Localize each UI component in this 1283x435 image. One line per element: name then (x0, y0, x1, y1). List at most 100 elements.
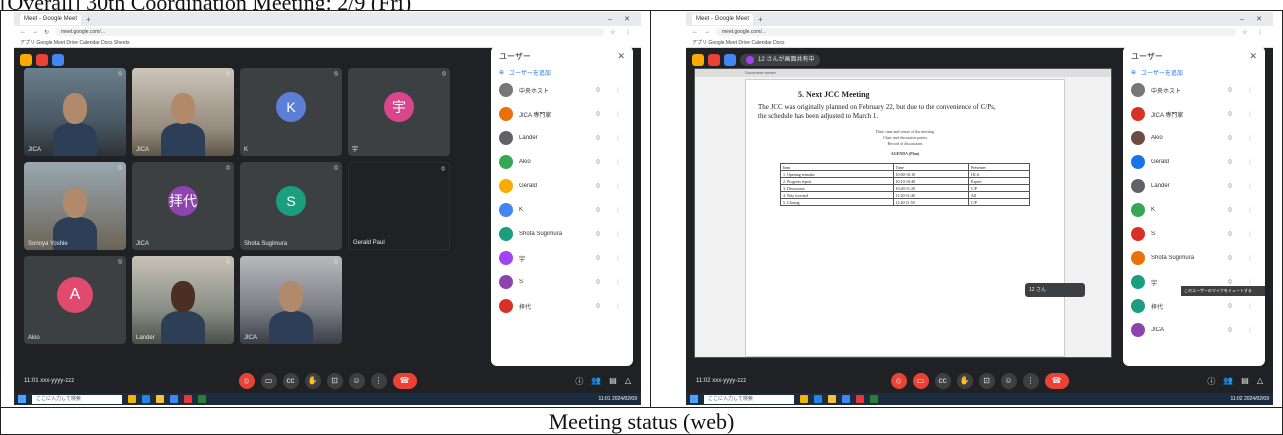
browser-tab[interactable]: Meet - Google Meet (692, 13, 754, 25)
more-options-icon[interactable]: ⋮ (611, 159, 625, 166)
more-options-icon[interactable]: ⋮ (611, 87, 625, 94)
raise-hand-button[interactable]: ✋ (304, 373, 321, 389)
more-options-icon[interactable]: ⋮ (1243, 135, 1257, 142)
new-tab-button[interactable]: + (86, 15, 91, 24)
more-options-button[interactable]: ⋮ (1022, 373, 1039, 389)
camera-off-button[interactable]: ▭ (912, 373, 929, 389)
mic-muted-icon[interactable]: ⦸ (591, 111, 605, 118)
forward-icon[interactable]: → (704, 29, 710, 35)
back-icon[interactable]: ← (692, 29, 698, 35)
participant-tile[interactable]: ⦸ Lander (132, 256, 234, 344)
reload-icon[interactable]: ↻ (44, 29, 49, 36)
participant-row[interactable]: JICA 専門家 ⦸ ⋮ (1123, 102, 1265, 126)
participant-row[interactable]: Lander ⦸ ⋮ (1123, 174, 1265, 198)
mic-muted-icon[interactable]: ⦸ (591, 303, 605, 310)
red-app-icon[interactable] (708, 54, 720, 66)
self-view-pip[interactable]: 12 さん (1025, 283, 1085, 297)
participant-row[interactable]: 中央ホスト ⦸ ⋮ (491, 78, 633, 102)
taskbar-app-icon[interactable] (156, 395, 164, 403)
participant-tile[interactable]: S ⦸ Shota Sugimura (240, 162, 342, 250)
more-options-icon[interactable]: ⋮ (1243, 279, 1257, 286)
red-app-icon[interactable] (36, 54, 48, 66)
blue-app-icon[interactable] (52, 54, 64, 66)
more-options-icon[interactable]: ⋮ (611, 183, 625, 190)
mic-muted-icon[interactable]: ⦸ (1223, 183, 1237, 190)
more-options-icon[interactable]: ⋮ (1243, 159, 1257, 166)
start-icon[interactable] (18, 395, 26, 403)
window-controls[interactable]: – ✕ (608, 15, 635, 23)
add-people-button[interactable]: ⊕ ユーザーを追加 (491, 66, 633, 78)
presenter-chip[interactable]: 12 さんが画面共有中 (740, 54, 821, 66)
mic-off-button[interactable]: ⦸ (238, 373, 255, 389)
url-input[interactable]: meet.google.com/... (716, 28, 1236, 36)
people-icon[interactable]: 👥 (591, 376, 601, 387)
taskbar-app-icon[interactable] (184, 395, 192, 403)
mic-muted-icon[interactable]: ⦸ (1223, 231, 1237, 238)
raise-hand-button[interactable]: ✋ (956, 373, 973, 389)
more-options-icon[interactable]: ⋮ (611, 135, 625, 142)
chat-icon[interactable]: ▤ (1241, 376, 1249, 387)
participant-row[interactable]: 拝代 ⦸ ⋮ (491, 294, 633, 318)
participant-row[interactable]: Akio ⦸ ⋮ (491, 150, 633, 174)
more-options-icon[interactable]: ⋮ (1243, 327, 1257, 334)
add-people-button[interactable]: ⊕ ユーザーを追加 (1123, 66, 1265, 78)
mic-muted-icon[interactable]: ⦸ (1223, 111, 1237, 118)
participant-row[interactable]: S ⦸ ⋮ (491, 270, 633, 294)
more-options-icon[interactable]: ⋮ (611, 279, 625, 286)
participant-row[interactable]: Akio ⦸ ⋮ (1123, 126, 1265, 150)
people-icon[interactable]: 👥 (1223, 376, 1233, 387)
info-icon[interactable]: ⓘ (575, 376, 583, 387)
mic-muted-icon[interactable]: ⦸ (1223, 207, 1237, 214)
participant-tile[interactable]: ⦸ JICA (132, 68, 234, 156)
close-icon[interactable]: ✕ (1249, 51, 1257, 62)
more-options-icon[interactable]: ⋮ (611, 111, 625, 118)
more-options-icon[interactable]: ⋮ (1243, 255, 1257, 262)
taskbar-app-icon[interactable] (142, 395, 150, 403)
browser-tab[interactable]: Meet - Google Meet (20, 13, 82, 25)
participant-row[interactable]: 宇 ⦸ ⋮ (491, 246, 633, 270)
participant-row[interactable]: Gerald ⦸ ⋮ (491, 174, 633, 198)
taskbar-search[interactable]: ここに入力して検索 (704, 394, 794, 404)
captions-button[interactable]: cc (934, 373, 951, 389)
yellow-app-icon[interactable] (692, 54, 704, 66)
taskbar-search[interactable]: ここに入力して検索 (32, 394, 122, 404)
mic-off-button[interactable]: ⦸ (890, 373, 907, 389)
more-options-icon[interactable]: ⋮ (611, 207, 625, 214)
more-options-icon[interactable]: ⋮ (1243, 111, 1257, 118)
more-options-icon[interactable]: ⋮ (611, 303, 625, 310)
taskbar-app-icon[interactable] (814, 395, 822, 403)
participant-row[interactable]: K ⦸ ⋮ (1123, 198, 1265, 222)
new-tab-button[interactable]: + (758, 15, 763, 24)
close-icon[interactable]: ✕ (617, 51, 625, 62)
mic-muted-icon[interactable]: ⦸ (1223, 159, 1237, 166)
taskbar-app-icon[interactable] (842, 395, 850, 403)
participant-row[interactable]: S ⦸ ⋮ (1123, 222, 1265, 246)
more-options-icon[interactable]: ⋮ (1243, 231, 1257, 238)
more-options-icon[interactable]: ⋮ (1243, 207, 1257, 214)
blue-app-icon[interactable] (724, 54, 736, 66)
participant-row[interactable]: 拝代 ⦸ ⋮ (1123, 294, 1265, 318)
participant-tile[interactable]: ⦸ JICA (240, 256, 342, 344)
more-options-icon[interactable]: ⋮ (1243, 303, 1257, 310)
present-button[interactable]: ⊡ (326, 373, 343, 389)
taskbar-app-icon[interactable] (828, 395, 836, 403)
participant-row[interactable]: 中央ホスト ⦸ ⋮ (1123, 78, 1265, 102)
mic-muted-icon[interactable]: ⦸ (1223, 135, 1237, 142)
more-options-button[interactable]: ⋮ (370, 373, 387, 389)
emoji-button[interactable]: ☺ (1000, 373, 1017, 389)
mic-muted-icon[interactable]: ⦸ (1223, 279, 1237, 286)
mic-muted-icon[interactable]: ⦸ (591, 87, 605, 94)
chat-icon[interactable]: ▤ (609, 376, 617, 387)
mic-muted-icon[interactable]: ⦸ (591, 231, 605, 238)
activities-icon[interactable]: △ (1257, 376, 1263, 387)
present-button[interactable]: ⊡ (978, 373, 995, 389)
mic-muted-icon[interactable]: ⦸ (1223, 327, 1237, 334)
taskbar-app-icon[interactable] (870, 395, 878, 403)
participant-tile[interactable]: 宇 ⦸ 宇 (348, 68, 450, 156)
mic-muted-icon[interactable]: ⦸ (1223, 303, 1237, 310)
participant-tile[interactable]: 拝代 ⦸ JICA (132, 162, 234, 250)
mic-muted-icon[interactable]: ⦸ (591, 159, 605, 166)
participant-row[interactable]: K ⦸ ⋮ (491, 198, 633, 222)
participant-tile[interactable]: ⦸ Gerald Paul (348, 162, 450, 250)
participant-tile[interactable]: A ⦸ Akio (24, 256, 126, 344)
